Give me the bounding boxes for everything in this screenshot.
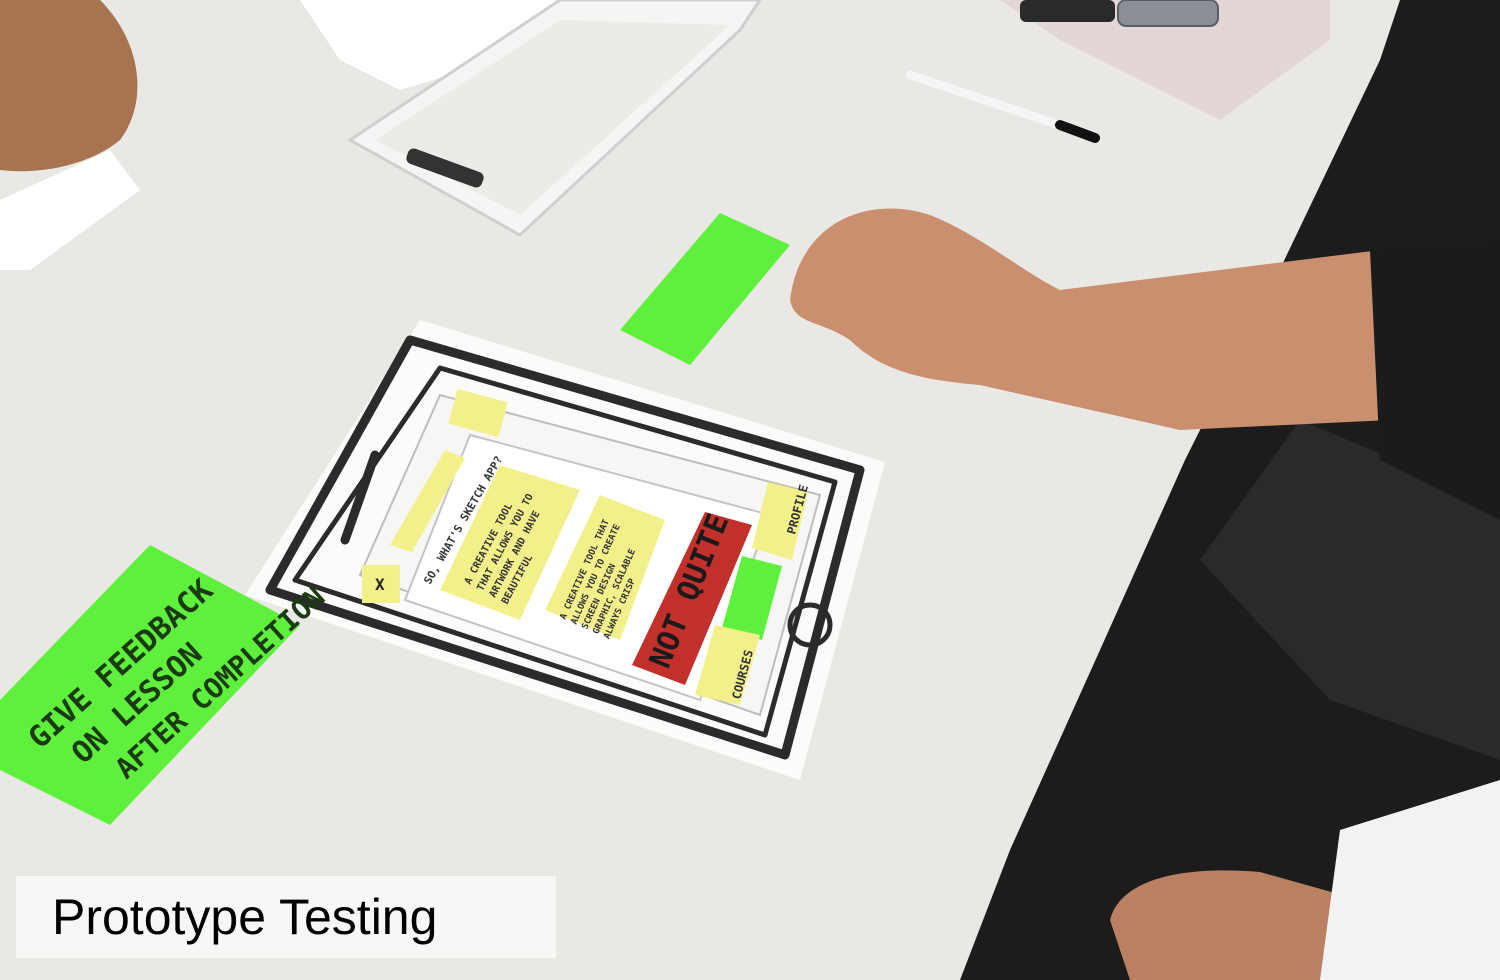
scene-illustration: NOT QUITE SO, WHAT'S SKETCH APP? PROFILE… [0, 0, 1500, 980]
caption-box: Prototype Testing [16, 876, 556, 958]
photo-scene: NOT QUITE SO, WHAT'S SKETCH APP? PROFILE… [0, 0, 1500, 980]
phone-dark [1020, 0, 1115, 22]
phone-silver [1117, 0, 1219, 27]
x-button-label: X [375, 575, 385, 594]
caption-text: Prototype Testing [52, 889, 438, 945]
